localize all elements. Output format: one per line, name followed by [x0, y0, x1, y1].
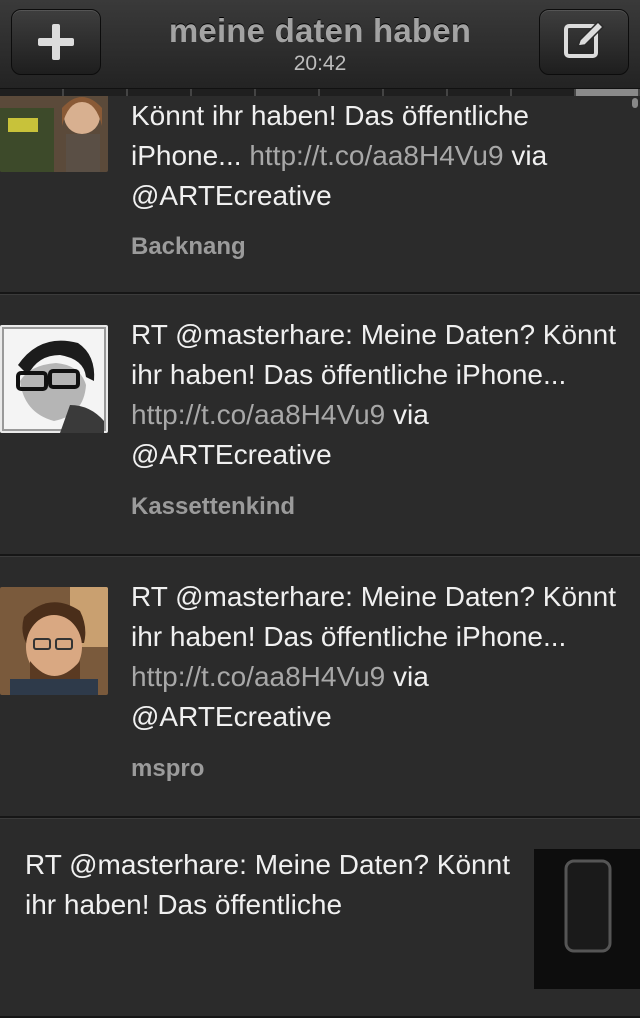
tweet-link[interactable]: http://t.co/aa8H4Vu9 [131, 399, 385, 430]
page-title: meine daten haben [168, 12, 472, 49]
avatar[interactable] [0, 325, 108, 433]
pull-indicator [0, 88, 640, 96]
tweet-text-body: RT @masterhare: Meine Daten? Könnt ihr h… [25, 849, 510, 920]
plus-icon [38, 24, 74, 60]
navigation-bar: meine daten haben 20:42 [0, 0, 640, 89]
add-button[interactable] [11, 9, 101, 75]
tweet-list[interactable]: Könnt ihr haben! Das öffentliche iPhone.… [0, 68, 640, 1018]
tweet-text-body: RT @masterhare: Meine Daten? Könnt ihr h… [131, 319, 616, 390]
header-time: 20:42 [293, 52, 347, 75]
avatar[interactable] [0, 587, 108, 695]
avatar[interactable] [534, 849, 640, 989]
tweet-item[interactable]: RT @masterhare: Meine Daten? Könnt ihr h… [0, 818, 640, 1018]
tweet-text: Könnt ihr haben! Das öffentliche iPhone.… [131, 96, 620, 216]
tweet-item[interactable]: RT @masterhare: Meine Daten? Könnt ihr h… [0, 556, 640, 818]
compose-button[interactable] [539, 9, 629, 75]
tweet-author[interactable]: Backnang [131, 233, 246, 261]
tweet-author[interactable]: mspro [131, 755, 204, 783]
tweet-link[interactable]: http://t.co/aa8H4Vu9 [131, 661, 385, 692]
tweet-text: RT @masterhare: Meine Daten? Könnt ihr h… [131, 315, 620, 475]
tweet-link[interactable]: http://t.co/aa8H4Vu9 [249, 140, 503, 171]
tweet-author[interactable]: Kassettenkind [131, 493, 295, 521]
scrollbar[interactable] [632, 98, 638, 108]
tweet-text: RT @masterhare: Meine Daten? Könnt ihr h… [25, 845, 510, 925]
tweet-item[interactable]: RT @masterhare: Meine Daten? Könnt ihr h… [0, 294, 640, 556]
compose-icon [562, 18, 606, 67]
tweet-item[interactable]: Könnt ihr haben! Das öffentliche iPhone.… [0, 68, 640, 294]
tweet-text-body: RT @masterhare: Meine Daten? Könnt ihr h… [131, 581, 616, 652]
tweet-text: RT @masterhare: Meine Daten? Könnt ihr h… [131, 577, 620, 737]
